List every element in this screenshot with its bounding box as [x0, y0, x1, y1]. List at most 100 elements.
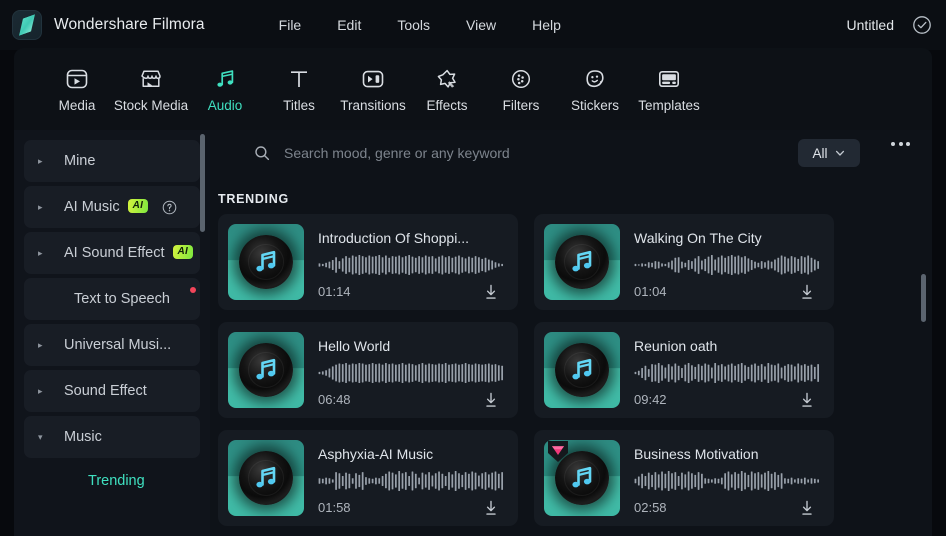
help-circle-icon[interactable] [162, 200, 177, 215]
music-note-icon [572, 250, 592, 272]
vinyl-record-icon [239, 451, 293, 505]
tab-effects[interactable]: Effects [410, 65, 484, 113]
check-circle-icon[interactable] [912, 15, 932, 35]
tab-effects-label: Effects [426, 98, 468, 113]
download-icon[interactable] [482, 391, 500, 409]
tab-filters-label: Filters [502, 98, 540, 113]
title-bar-right: Untitled [847, 0, 932, 50]
chevron-down-icon: ▾ [38, 431, 43, 442]
waveform [318, 471, 504, 491]
sidebar-item-label: Mine [64, 153, 96, 169]
track-info: Walking On The City 01:04 [634, 224, 820, 300]
search-row: All [210, 130, 932, 176]
filter-dropdown-label: All [812, 145, 828, 161]
tab-filters[interactable]: Filters [484, 65, 558, 113]
track-card[interactable]: Reunion oath 09:42 [534, 322, 834, 418]
track-title: Introduction Of Shoppi... [318, 230, 469, 246]
chevron-right-icon: ▸ [38, 247, 43, 258]
track-card[interactable]: Hello World 06:48 [218, 322, 518, 418]
sidebar-item-label: Universal Musi... [64, 337, 172, 353]
menu-item-view[interactable]: View [448, 11, 514, 39]
sidebar-item-text-to-speech[interactable]: Text to Speech [24, 278, 200, 320]
sidebar-item-label: Sound Effect [64, 383, 147, 399]
track-duration: 01:58 [318, 500, 351, 515]
download-icon[interactable] [482, 499, 500, 517]
tab-audio[interactable]: Audio [188, 65, 262, 113]
sidebar-item-label: AI Music [64, 199, 120, 215]
tab-titles[interactable]: Titles [262, 65, 336, 113]
music-note-icon [256, 358, 276, 380]
track-artwork[interactable] [228, 332, 304, 408]
module-toolbar: Media Stock Media Audio Titles Transitio… [14, 48, 932, 130]
more-horizontal-icon[interactable] [891, 142, 910, 146]
tab-templates-label: Templates [638, 98, 700, 113]
track-duration: 02:58 [634, 500, 667, 515]
track-card[interactable]: Business Motivation 02:58 [534, 430, 834, 526]
track-artwork[interactable] [544, 224, 620, 300]
track-duration: 06:48 [318, 392, 351, 407]
templates-icon [656, 65, 682, 91]
music-note-icon [572, 466, 592, 488]
track-info: Asphyxia-AI Music 01:58 [318, 440, 504, 516]
tab-stickers[interactable]: Stickers [558, 65, 632, 113]
filter-dropdown[interactable]: All [798, 139, 860, 167]
menu-item-file[interactable]: File [261, 11, 320, 39]
track-duration: 01:04 [634, 284, 667, 299]
sidebar-item-ai-music[interactable]: ▸ AI Music AI [24, 186, 200, 228]
sidebar-item-label: Music [64, 429, 102, 445]
tab-titles-label: Titles [283, 98, 315, 113]
sidebar-item-universal-music[interactable]: ▸ Universal Musi... [24, 324, 200, 366]
premium-gem-icon [548, 441, 568, 462]
content-scrollbar[interactable] [921, 274, 926, 322]
sidebar-item-ai-sound-effect[interactable]: ▸ AI Sound Effect AI [24, 232, 200, 274]
track-artwork[interactable] [228, 440, 304, 516]
track-title: Walking On The City [634, 230, 762, 246]
track-card[interactable]: Walking On The City 01:04 [534, 214, 834, 310]
app-title: Wondershare Filmora [54, 16, 205, 33]
track-artwork[interactable] [228, 224, 304, 300]
tab-transitions[interactable]: Transitions [336, 65, 410, 113]
sidebar-item-mine[interactable]: ▸ Mine [24, 140, 200, 182]
download-icon[interactable] [482, 283, 500, 301]
menu-item-tools[interactable]: Tools [379, 11, 448, 39]
sidebar-scrollbar[interactable] [200, 134, 205, 232]
track-list: Introduction Of Shoppi... 01:14 Walking On… [210, 214, 932, 536]
tab-media[interactable]: Media [40, 65, 114, 113]
sidebar-item-music[interactable]: ▾ Music [24, 416, 200, 458]
tab-stock-media[interactable]: Stock Media [114, 65, 188, 113]
track-title: Reunion oath [634, 338, 718, 354]
track-title: Business Motivation [634, 446, 759, 462]
track-card[interactable]: Introduction Of Shoppi... 01:14 [218, 214, 518, 310]
menu-item-edit[interactable]: Edit [319, 11, 379, 39]
main-panel: Media Stock Media Audio Titles Transitio… [14, 48, 932, 536]
sidebar-item-sound-effect[interactable]: ▸ Sound Effect [24, 370, 200, 412]
track-artwork[interactable] [544, 332, 620, 408]
download-icon[interactable] [798, 499, 816, 517]
track-duration: 09:42 [634, 392, 667, 407]
track-card[interactable]: Asphyxia-AI Music 01:58 [218, 430, 518, 526]
tab-templates[interactable]: Templates [632, 65, 706, 113]
waveform [318, 255, 504, 275]
menu-item-help[interactable]: Help [514, 11, 579, 39]
track-artwork[interactable] [544, 440, 620, 516]
vinyl-record-icon [555, 343, 609, 397]
search-icon [255, 146, 270, 161]
titles-text-icon [286, 65, 312, 91]
download-icon[interactable] [798, 283, 816, 301]
search-input[interactable] [284, 145, 764, 161]
download-icon[interactable] [798, 391, 816, 409]
effects-wand-icon [434, 65, 460, 91]
sidebar-subitem-trending[interactable]: Trending [14, 462, 210, 500]
chevron-right-icon: ▸ [38, 385, 43, 396]
project-name[interactable]: Untitled [847, 17, 894, 33]
track-title: Hello World [318, 338, 391, 354]
filters-circle-icon [508, 65, 534, 91]
vinyl-record-icon [555, 235, 609, 289]
audio-browser: All TRENDING Introduction Of Shoppi... 01… [210, 130, 932, 536]
track-title: Asphyxia-AI Music [318, 446, 434, 462]
transitions-icon [360, 65, 386, 91]
music-note-icon [256, 250, 276, 272]
media-icon [64, 65, 90, 91]
section-title: TRENDING [218, 192, 289, 206]
sidebar-item-label: AI Sound Effect [64, 245, 165, 261]
